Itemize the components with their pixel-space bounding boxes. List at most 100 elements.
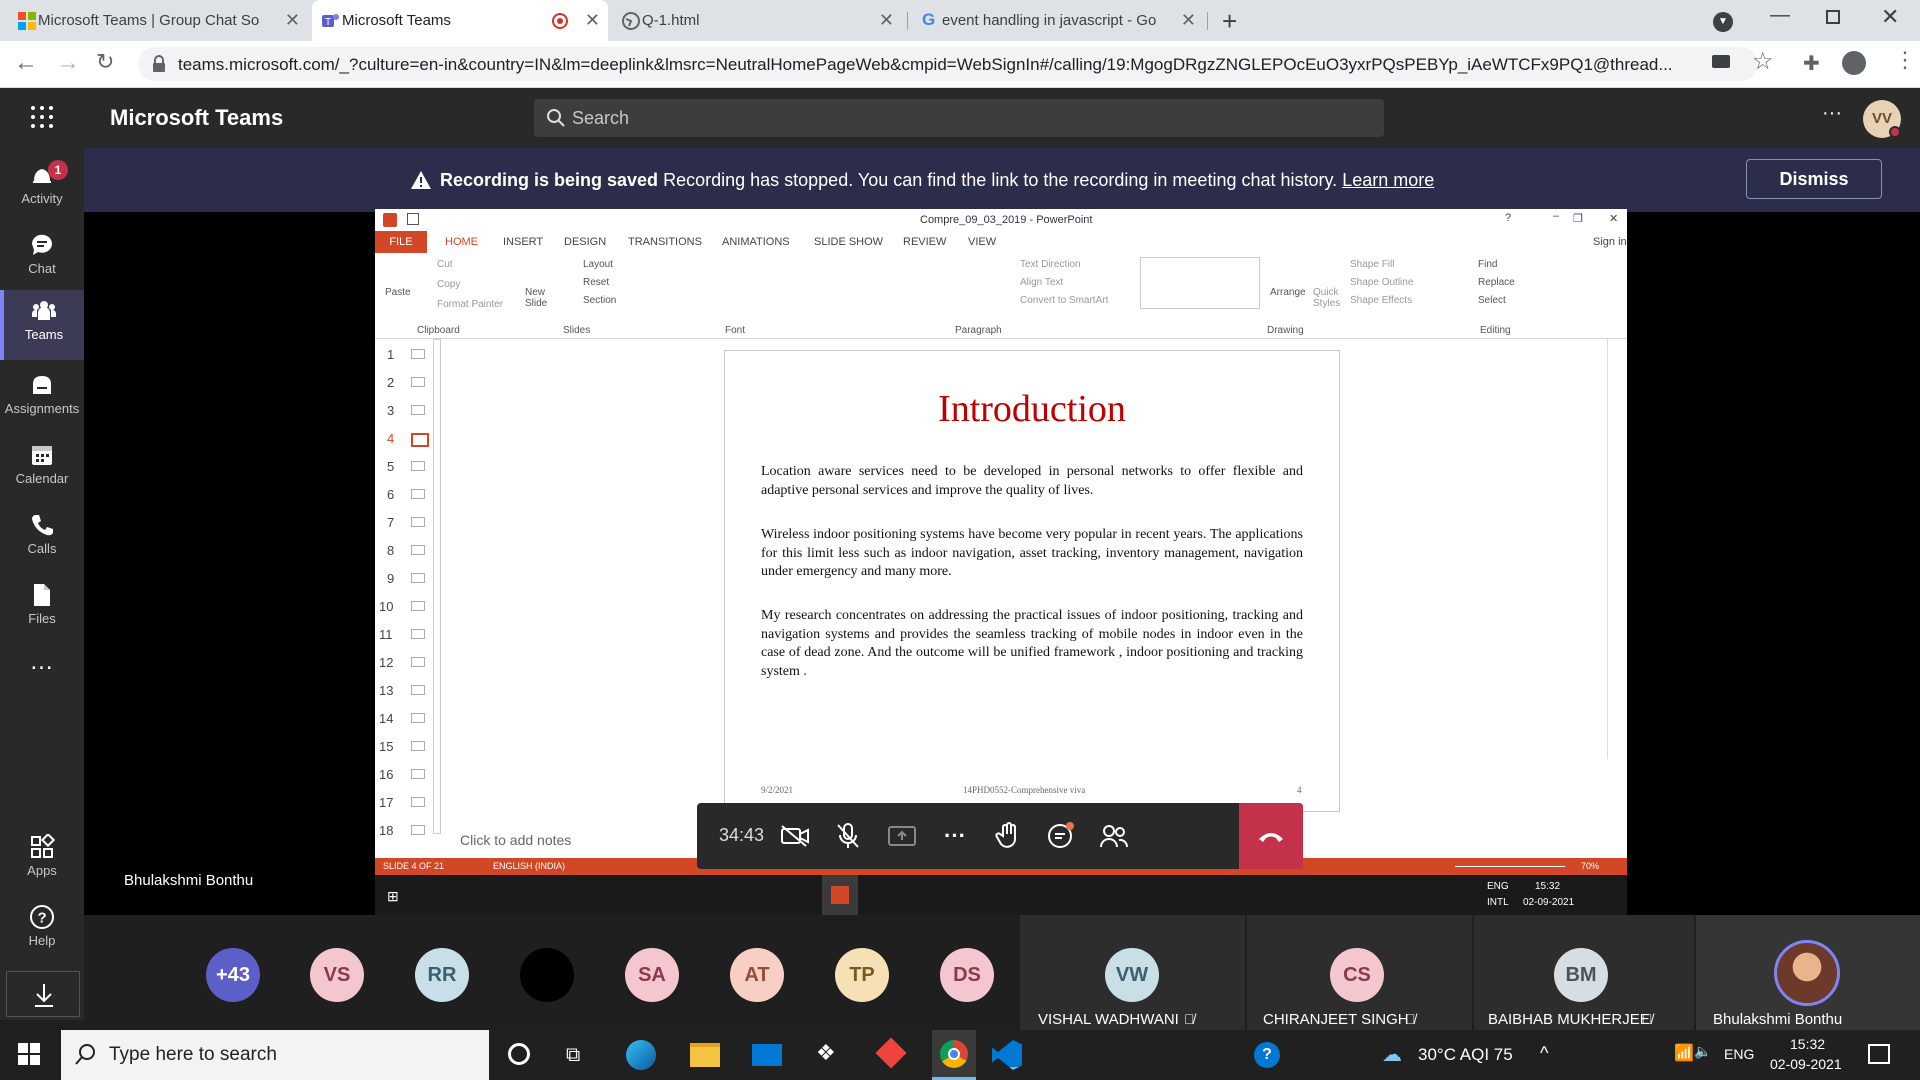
participant-avatar[interactable]: AT	[730, 948, 784, 1002]
weather-text[interactable]: 30°C AQI 75	[1418, 1045, 1513, 1065]
layout-button[interactable]: Layout	[583, 259, 613, 270]
more-options-icon[interactable]: ···	[1822, 102, 1842, 125]
ppt-menu-slideshow[interactable]: SLIDE SHOW	[814, 236, 883, 248]
tray-volume-icon[interactable]: 🔈	[1694, 1043, 1711, 1060]
notes-placeholder[interactable]: Click to add notes	[460, 832, 571, 848]
slide-thumb[interactable]: 3	[387, 403, 425, 418]
ppt-menu-design[interactable]: DESIGN	[564, 236, 606, 248]
rail-assignments[interactable]: Assignments	[0, 364, 84, 430]
clock-time[interactable]: 15:32	[1790, 1036, 1825, 1052]
slide-thumb[interactable]: 8	[387, 543, 425, 558]
anydesk-icon[interactable]	[875, 1037, 907, 1069]
replace-button[interactable]: Replace	[1478, 277, 1515, 288]
bookmark-star-icon[interactable]: ☆	[1752, 47, 1774, 76]
ppt-menu-transitions[interactable]: TRANSITIONS	[628, 236, 702, 248]
help-circle-icon[interactable]: ?	[1254, 1042, 1280, 1068]
ppt-menu-view[interactable]: VIEW	[968, 236, 996, 248]
mic-toggle-button[interactable]	[828, 816, 868, 856]
close-icon[interactable]: ✕	[585, 10, 600, 31]
windows-search-box[interactable]: Type here to search	[61, 1030, 489, 1080]
language-indicator[interactable]: ENG	[1724, 1046, 1754, 1062]
align-text-button[interactable]: Align Text	[1020, 277, 1063, 288]
tray-network-icon[interactable]: 📶	[1674, 1043, 1694, 1063]
slide-thumb[interactable]: 1	[387, 347, 425, 362]
rail-activity[interactable]: Activity 1	[0, 154, 84, 220]
save-icon[interactable]	[407, 213, 419, 225]
mail-icon[interactable]	[752, 1044, 782, 1066]
participant-avatar[interactable]: VS	[310, 948, 364, 1002]
slide-thumb[interactable]: 12	[379, 655, 425, 670]
slide-thumb[interactable]: 11	[379, 627, 425, 642]
arrange-button[interactable]: Arrange	[1270, 287, 1306, 298]
browser-tab-teams[interactable]: T Microsoft Teams ✕	[312, 0, 608, 41]
file-explorer-icon[interactable]	[690, 1043, 720, 1067]
ppt-menu-review[interactable]: REVIEW	[903, 236, 946, 248]
more-vert-icon[interactable]: ⋮	[1894, 47, 1916, 73]
search-box[interactable]	[534, 99, 1384, 137]
chrome-icon[interactable]	[932, 1030, 976, 1080]
tray-chevron-icon[interactable]: ^	[1540, 1043, 1548, 1064]
address-bar[interactable]: teams.microsoft.com/_?culture=en-in&coun…	[138, 47, 1758, 81]
participant-avatar[interactable]: SA	[625, 948, 679, 1002]
copy-button[interactable]: Copy	[437, 279, 460, 290]
more-participants-avatar[interactable]: +43	[206, 948, 260, 1002]
rail-more[interactable]: ...	[0, 648, 84, 688]
new-tab-icon[interactable]: +	[1222, 6, 1237, 37]
participants-button[interactable]	[1094, 816, 1134, 856]
zoom-slider[interactable]	[1455, 866, 1565, 867]
ppt-menu-home[interactable]: HOME	[445, 236, 478, 248]
slide-thumb[interactable]: 7	[387, 515, 425, 530]
cortana-icon[interactable]	[508, 1043, 530, 1065]
language-status[interactable]: ENGLISH (INDIA)	[493, 861, 565, 871]
more-actions-button[interactable]: ···	[935, 816, 975, 856]
rail-calls[interactable]: Calls	[0, 504, 84, 570]
tab-search-icon[interactable]: ▼	[1713, 12, 1733, 32]
raise-hand-button[interactable]	[988, 816, 1028, 856]
browser-tab-google[interactable]: G event handling in javascript - Go ✕	[912, 0, 1204, 41]
maximize-icon[interactable]	[1826, 10, 1840, 24]
rail-chat[interactable]: Chat	[0, 224, 84, 290]
task-view-icon[interactable]: ⧉	[566, 1044, 580, 1067]
search-input[interactable]	[572, 99, 1362, 137]
new-slide-button[interactable]: New Slide	[525, 287, 555, 309]
edge-icon[interactable]	[626, 1040, 656, 1070]
thumbnail-scrollbar[interactable]	[433, 339, 441, 834]
app-launcher-icon[interactable]	[30, 105, 54, 134]
browser-tab-q1[interactable]: Q-1.html ✕	[612, 0, 902, 41]
minimize-icon[interactable]: —	[1770, 4, 1790, 27]
ppt-menu-file[interactable]: FILE	[375, 231, 427, 253]
canvas-scrollbar[interactable]	[1607, 339, 1621, 759]
slide-thumb[interactable]: 6	[387, 487, 425, 502]
leave-call-button[interactable]	[1239, 803, 1303, 869]
paste-button[interactable]: Paste	[385, 287, 411, 298]
extensions-icon[interactable]: ✚	[1803, 51, 1820, 76]
forward-icon[interactable]: →	[56, 49, 80, 77]
close-icon[interactable]: ✕	[879, 10, 894, 31]
learn-more-link[interactable]: Learn more	[1342, 170, 1434, 190]
section-button[interactable]: Section	[583, 295, 616, 306]
rail-files[interactable]: Files	[0, 574, 84, 640]
reset-button[interactable]: Reset	[583, 277, 609, 288]
profile-icon[interactable]	[1842, 51, 1866, 75]
participant-avatar[interactable]	[520, 948, 574, 1002]
browser-tab-group-chat[interactable]: Microsoft Teams | Group Chat So ✕	[8, 0, 308, 41]
camera-blocked-icon[interactable]	[1712, 55, 1730, 68]
find-button[interactable]: Find	[1478, 259, 1497, 270]
slide-thumb[interactable]: 13	[379, 683, 425, 698]
ppt-close-icon[interactable]: ✕	[1609, 212, 1618, 225]
slide-thumb[interactable]: 17	[379, 795, 425, 810]
ppt-restore-icon[interactable]: ❐	[1573, 212, 1583, 225]
download-button[interactable]	[6, 971, 80, 1017]
dismiss-button[interactable]: Dismiss	[1746, 159, 1882, 199]
close-icon[interactable]: ✕	[1181, 10, 1196, 31]
rail-help[interactable]: ? Help	[0, 896, 84, 962]
camera-toggle-button[interactable]	[775, 816, 815, 856]
back-icon[interactable]: ←	[14, 49, 38, 77]
participant-avatar[interactable]: TP	[835, 948, 889, 1002]
slide-thumb[interactable]: 16	[379, 767, 425, 782]
text-direction-button[interactable]: Text Direction	[1020, 259, 1081, 270]
slide-thumb[interactable]: 10	[379, 599, 425, 614]
dropbox-icon[interactable]: ❖	[816, 1040, 836, 1066]
reload-icon[interactable]: ↻	[96, 49, 114, 75]
shapes-gallery[interactable]	[1140, 257, 1260, 309]
